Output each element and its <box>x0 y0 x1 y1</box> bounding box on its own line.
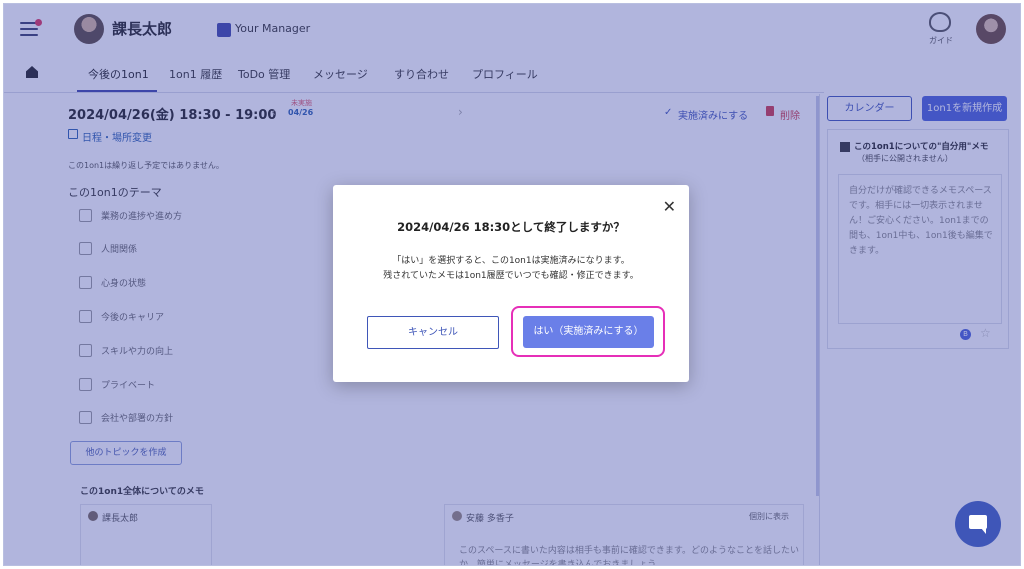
app-frame: 課長太郎 Your Manager ガイド 今後の1on1 1on1 履歴 To… <box>3 3 1021 566</box>
cancel-button[interactable]: キャンセル <box>367 316 499 349</box>
confirm-dialog: ✕ 2024/04/26 18:30として終了しますか？ 「はい」を選択すると、… <box>333 185 689 382</box>
chat-icon <box>969 515 987 529</box>
close-icon[interactable]: ✕ <box>663 197 676 216</box>
dialog-text-line1: 「はい」を選択すると、この1on1は実施済みになります。 <box>392 256 630 266</box>
dialog-text-line2: 残されていたメモは1on1履歴でいつでも確認・修正できます。 <box>383 271 639 281</box>
dialog-title: 2024/04/26 18:30として終了しますか？ <box>397 220 625 234</box>
confirm-highlight: はい（実施済みにする） <box>511 306 665 357</box>
confirm-button[interactable]: はい（実施済みにする） <box>523 316 654 348</box>
chat-button[interactable] <box>955 501 1001 547</box>
chat-icon-tail <box>981 528 986 534</box>
